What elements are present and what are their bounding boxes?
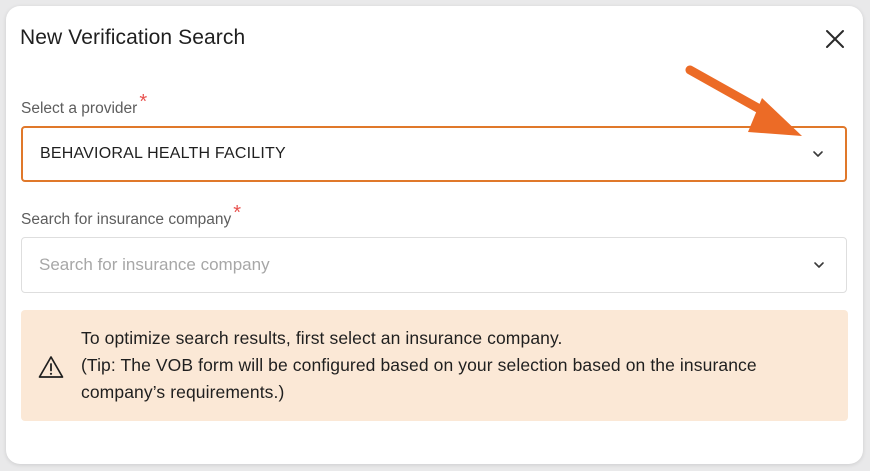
chevron-down-icon[interactable]: [811, 147, 825, 161]
insurance-label-text: Search for insurance company: [21, 211, 232, 228]
close-icon[interactable]: [822, 26, 848, 52]
provider-select[interactable]: BEHAVIORAL HEALTH FACILITY: [21, 126, 847, 182]
insurance-search-select[interactable]: Search for insurance company: [21, 237, 847, 293]
provider-select-value: BEHAVIORAL HEALTH FACILITY: [40, 145, 286, 162]
provider-label-text: Select a provider: [21, 100, 138, 117]
notice-line-2: (Tip: The VOB form will be configured ba…: [81, 355, 757, 375]
required-asterisk: *: [139, 91, 148, 113]
modal-title: New Verification Search: [20, 26, 246, 49]
notice-line-1: To optimize search results, first select…: [81, 328, 563, 348]
insurance-search-placeholder: Search for insurance company: [39, 255, 270, 274]
chevron-down-icon[interactable]: [812, 258, 826, 272]
insurance-label: Search for insurance company *: [21, 202, 241, 230]
verification-modal: New Verification Search Select a provide…: [6, 6, 863, 464]
provider-label: Select a provider *: [21, 91, 147, 119]
notice-line-3: company’s requirements.): [81, 382, 285, 402]
required-asterisk: *: [233, 202, 242, 224]
info-notice: To optimize search results, first select…: [21, 310, 848, 421]
warning-icon: [38, 356, 64, 378]
